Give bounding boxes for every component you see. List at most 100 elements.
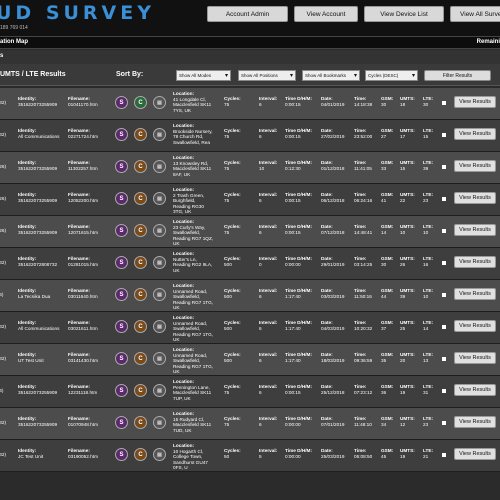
view-results-button[interactable]: View Results [454, 192, 496, 204]
filename-value: 03011640.htm [68, 293, 98, 299]
view-account-button[interactable]: View Account [294, 6, 358, 22]
filename-cell: Filename: 11302257.htm [68, 160, 98, 171]
time-cell: Time: 14:18:38 [354, 96, 372, 107]
view-results-button[interactable]: View Results [454, 160, 496, 172]
gsm-cell: GSM: 27 [381, 128, 393, 139]
row-version: .32) [0, 100, 7, 105]
account-admin-button[interactable]: Account Admin [207, 6, 288, 22]
s-badge-icon[interactable]: S [115, 416, 128, 429]
time-value: 10:20:32 [354, 325, 373, 331]
s-badge-icon[interactable]: S [115, 192, 128, 205]
s-badge-icon[interactable]: S [115, 256, 128, 269]
document-icon[interactable]: ▤ [153, 224, 166, 237]
s-badge-icon[interactable]: S [115, 448, 128, 461]
view-results-button[interactable]: View Results [454, 128, 496, 140]
c-badge-icon[interactable]: C [134, 128, 147, 141]
row-version: .6) [0, 292, 4, 297]
modes-select[interactable]: Show All Modes [176, 70, 231, 81]
location-cell: Location: 23 Curly's Way, Swallowfield, Rea… [173, 219, 225, 247]
document-icon[interactable]: ▤ [153, 256, 166, 269]
row-checkbox[interactable] [442, 389, 446, 393]
view-device-list-button[interactable]: View Device List [364, 6, 444, 22]
row-checkbox[interactable] [442, 133, 446, 137]
date-value: 29/01/2019 [321, 261, 345, 267]
view-results-button[interactable]: View Results [454, 352, 496, 364]
s-badge-icon[interactable]: S [115, 160, 128, 173]
filename-cell: Filename: 12071615.htm [68, 224, 98, 235]
view-results-button[interactable]: View Results [454, 448, 496, 460]
c-badge-icon[interactable]: C [134, 448, 147, 461]
row-checkbox[interactable] [442, 261, 446, 265]
c-badge-icon[interactable]: C [134, 320, 147, 333]
c-badge-icon[interactable]: C [134, 160, 147, 173]
view-results-button[interactable]: View Results [454, 288, 496, 300]
gsm-cell: GSM: 14 [381, 224, 393, 235]
s-badge-icon[interactable]: S [115, 224, 128, 237]
positions-select[interactable]: Show All Positions [238, 70, 296, 81]
cycles-cell: Cycles: 500 [224, 288, 241, 299]
row-checkbox[interactable] [442, 453, 446, 457]
filter-results-button[interactable]: Filter Results [424, 70, 491, 81]
interval-value: 0 [259, 261, 262, 267]
s-badge-icon[interactable]: S [115, 384, 128, 397]
c-badge-icon[interactable]: C [134, 192, 147, 205]
row-checkbox[interactable] [442, 357, 446, 361]
date-cell: Date: 03/03/2019 [321, 288, 344, 299]
row-checkbox[interactable] [442, 293, 446, 297]
row-checkbox[interactable] [442, 421, 446, 425]
view-results-button[interactable]: View Results [454, 384, 496, 396]
row-checkbox[interactable] [442, 197, 446, 201]
bookmarks-select[interactable]: Show All Bookmarks [302, 70, 360, 81]
s-badge-icon[interactable]: S [115, 96, 128, 109]
view-results-button[interactable]: View Results [454, 416, 496, 428]
document-icon[interactable]: ▤ [153, 416, 166, 429]
document-icon[interactable]: ▤ [153, 320, 166, 333]
document-icon[interactable]: ▤ [153, 160, 166, 173]
umts-cell: UMTS: 25 [400, 320, 415, 331]
c-badge-icon[interactable]: C [134, 352, 147, 365]
c-badge-icon[interactable]: C [134, 256, 147, 269]
document-icon[interactable]: ▤ [153, 128, 166, 141]
time-cell: Time: 11:48:10 [354, 416, 372, 427]
filename-value: 11302257.htm [68, 165, 98, 171]
s-badge-icon[interactable]: S [115, 352, 128, 365]
document-icon[interactable]: ▤ [153, 384, 166, 397]
row-checkbox[interactable] [442, 229, 446, 233]
umts-cell: UMTS: 18 [400, 96, 415, 107]
s-badge-icon[interactable]: S [115, 288, 128, 301]
s-badge-icon[interactable]: S [115, 320, 128, 333]
location-line: UK [173, 369, 180, 375]
interval-value: 6 [259, 293, 262, 299]
lte-cell: LTE: 30 [423, 96, 433, 107]
interval-cell: Interval: 10 [259, 160, 277, 171]
filename-cell: Filename: 03021611.htm [68, 320, 98, 331]
document-icon[interactable]: ▤ [153, 192, 166, 205]
document-icon[interactable]: ▤ [153, 288, 166, 301]
document-icon[interactable]: ▤ [153, 96, 166, 109]
location-line: 8AF, UK [173, 171, 191, 177]
view-results-button[interactable]: View Results [454, 224, 496, 236]
document-icon[interactable]: ▤ [153, 448, 166, 461]
filename-cell: Filename: 03011640.htm [68, 288, 98, 299]
interval-cell: Interval: 6 [259, 96, 277, 107]
c-badge-icon[interactable]: C [134, 96, 147, 109]
row-checkbox[interactable] [442, 101, 446, 105]
view-results-button[interactable]: View Results [454, 256, 496, 268]
view-all-surveys-button[interactable]: View All Surveys [450, 6, 500, 22]
gsm-cell: GSM: 30 [381, 256, 393, 267]
interval-value: 6 [259, 101, 262, 107]
view-results-button[interactable]: View Results [454, 96, 496, 108]
cycles-select[interactable]: Cycles (DESC) [365, 70, 418, 81]
dhm-value: 1:17:40 [285, 325, 301, 331]
cycles-value: 75 [224, 229, 230, 235]
c-badge-icon[interactable]: C [134, 288, 147, 301]
c-badge-icon[interactable]: C [134, 224, 147, 237]
row-checkbox[interactable] [442, 325, 446, 329]
s-badge-icon[interactable]: S [115, 128, 128, 141]
row-checkbox[interactable] [442, 165, 446, 169]
c-badge-icon[interactable]: C [134, 384, 147, 397]
c-badge-icon[interactable]: C [134, 416, 147, 429]
nav-location-map[interactable]: ation Map [0, 39, 28, 45]
document-icon[interactable]: ▤ [153, 352, 166, 365]
view-results-button[interactable]: View Results [454, 320, 496, 332]
